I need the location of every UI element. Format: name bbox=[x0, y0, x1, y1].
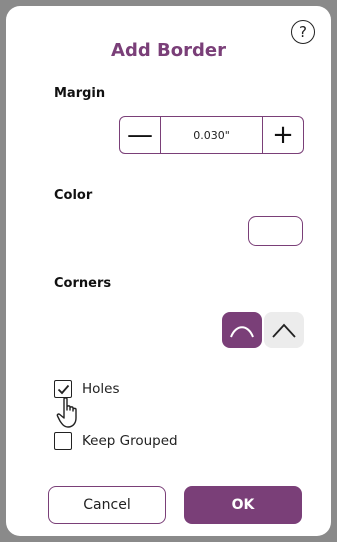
ok-button[interactable]: OK bbox=[184, 486, 302, 524]
corner-rounded-button[interactable] bbox=[222, 312, 262, 348]
add-border-dialog: ? Add Border Margin — 0.030" + Color Cor… bbox=[6, 6, 331, 536]
pointed-corner-icon bbox=[272, 323, 296, 338]
increment-button[interactable]: + bbox=[262, 117, 303, 153]
margin-label: Margin bbox=[54, 86, 106, 101]
color-label: Color bbox=[54, 188, 93, 203]
corners-label: Corners bbox=[54, 276, 112, 291]
holes-label: Holes bbox=[82, 381, 120, 397]
plus-icon: + bbox=[272, 120, 294, 150]
keep-grouped-option[interactable]: Keep Grouped bbox=[54, 432, 178, 450]
margin-stepper: — 0.030" + bbox=[119, 116, 304, 154]
dialog-title: Add Border bbox=[111, 40, 226, 61]
keep-grouped-label: Keep Grouped bbox=[82, 433, 178, 449]
decrement-button[interactable]: — bbox=[120, 117, 161, 153]
keep-grouped-checkbox[interactable] bbox=[54, 432, 72, 450]
minus-icon: — bbox=[127, 120, 153, 150]
checkmark-icon bbox=[57, 384, 69, 394]
cancel-button[interactable]: Cancel bbox=[48, 486, 166, 524]
margin-value-input[interactable]: 0.030" bbox=[161, 117, 262, 153]
hand-pointer-cursor-icon bbox=[56, 397, 77, 428]
question-icon: ? bbox=[299, 23, 307, 41]
corner-square-button[interactable] bbox=[264, 312, 304, 348]
color-swatch-button[interactable] bbox=[248, 216, 303, 246]
rounded-corner-icon bbox=[230, 326, 254, 338]
